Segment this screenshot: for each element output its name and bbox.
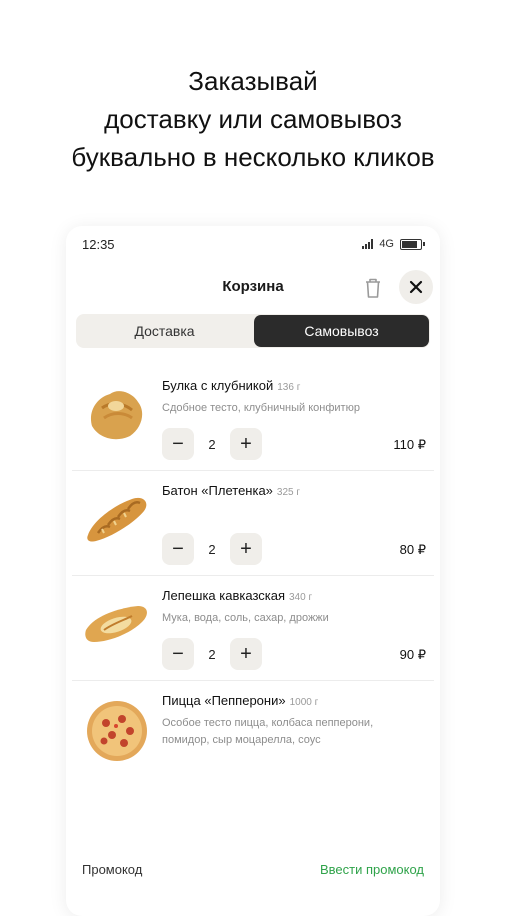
item-description: Особое тесто пицца, колбаса пепперони, п…: [162, 717, 374, 746]
flatbread-image: [85, 606, 147, 642]
delivery-mode-toggle: Доставка Самовывоз: [76, 314, 430, 348]
braided-bread-image: [87, 497, 147, 542]
close-icon: [409, 280, 423, 294]
battery-icon: [400, 238, 425, 250]
pepperoni-pizza-image: [87, 701, 147, 761]
item-name: Батон «Плетенка» 325 г: [162, 483, 301, 498]
quantity-value: 2: [208, 646, 216, 662]
plus-icon: +: [240, 642, 252, 665]
signal-icon: [362, 239, 374, 249]
quantity-stepper: − 2 +: [162, 533, 262, 565]
promo-headline: Заказывай доставку или самовывоз букваль…: [0, 62, 506, 176]
cart-items-list: Булка с клубникой 136 г Сдобное тесто, кл…: [66, 366, 440, 785]
item-weight: 136 г: [277, 382, 301, 393]
cart-header: Корзина: [66, 270, 440, 310]
promo-label: Промокод: [82, 862, 143, 877]
increase-button[interactable]: +: [230, 533, 262, 565]
increase-button[interactable]: +: [230, 638, 262, 670]
close-button[interactable]: [399, 270, 433, 304]
plus-icon: +: [240, 537, 252, 560]
decrease-button[interactable]: −: [162, 638, 194, 670]
item-name: Пицца «Пепперони» 1000 г: [162, 693, 319, 708]
item-name: Булка с клубникой 136 г: [162, 378, 301, 393]
item-price: 80 ₽: [399, 542, 426, 557]
quantity-stepper: − 2 +: [162, 428, 262, 460]
tab-pickup[interactable]: Самовывоз: [254, 315, 429, 347]
cart-item: Батон «Плетенка» 325 г − 2 + 80 ₽: [72, 471, 434, 576]
minus-icon: −: [172, 642, 184, 665]
phone-screen: 12:35 4G Корзина Доставка Самовывоз Булк…: [66, 226, 440, 916]
item-weight: 1000 г: [289, 697, 319, 708]
cart-item: Пицца «Пепперони» 1000 г Особое тесто пиц…: [72, 681, 434, 785]
headline-line-1: Заказывай: [188, 66, 318, 96]
cart-item: Лепешка кавказская 340 г Мука, вода, соль…: [72, 576, 434, 681]
enter-promo-link[interactable]: Ввести промокод: [320, 862, 424, 877]
decrease-button[interactable]: −: [162, 428, 194, 460]
quantity-stepper: − 2 +: [162, 638, 262, 670]
quantity-value: 2: [208, 436, 216, 452]
plus-icon: +: [240, 432, 252, 455]
tab-delivery[interactable]: Доставка: [77, 315, 252, 347]
item-description: Мука, вода, соль, сахар, дрожжи: [162, 612, 329, 624]
item-weight: 340 г: [289, 592, 313, 603]
headline-line-3: буквально в несколько кликов: [71, 142, 435, 172]
pastry-bun-image: [90, 391, 143, 440]
minus-icon: −: [172, 537, 184, 560]
cart-item: Булка с клубникой 136 г Сдобное тесто, кл…: [72, 366, 434, 471]
network-label: 4G: [379, 238, 394, 250]
item-description: Сдобное тесто, клубничный конфитюр: [162, 402, 360, 414]
status-time: 12:35: [82, 237, 115, 252]
trash-icon[interactable]: [362, 276, 384, 300]
decrease-button[interactable]: −: [162, 533, 194, 565]
item-weight: 325 г: [276, 487, 301, 498]
status-icons: 4G: [362, 238, 425, 250]
status-bar: 12:35 4G: [66, 226, 440, 262]
promo-row: Промокод Ввести промокод: [66, 860, 440, 882]
headline-line-2: доставку или самовывоз: [104, 104, 402, 134]
item-price: 90 ₽: [399, 647, 426, 662]
minus-icon: −: [172, 432, 184, 455]
item-price: 110 ₽: [393, 437, 426, 452]
item-name: Лепешка кавказская 340 г: [162, 588, 313, 603]
increase-button[interactable]: +: [230, 428, 262, 460]
quantity-value: 2: [208, 541, 216, 557]
